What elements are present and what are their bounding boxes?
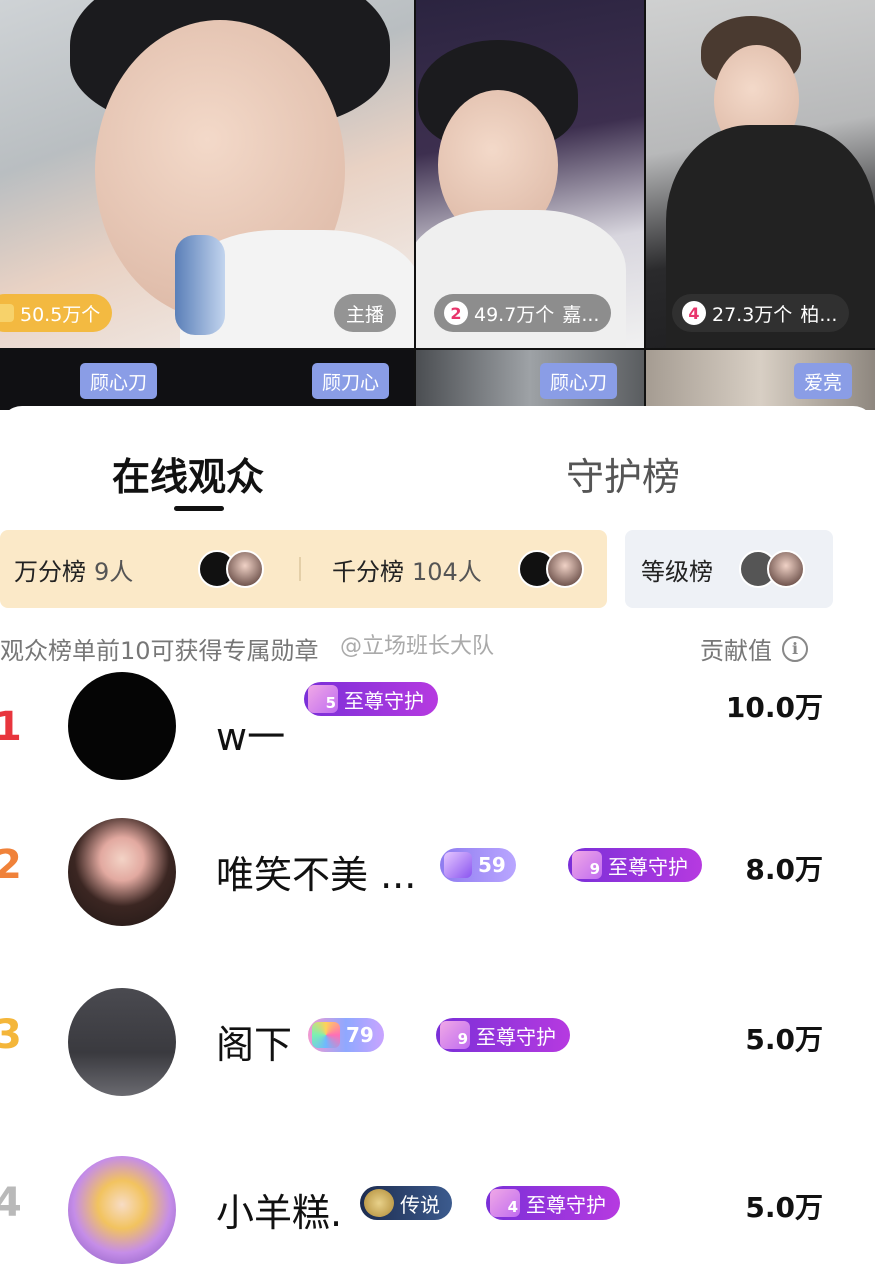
guard-label: 至尊守护: [526, 1192, 606, 1217]
streamer-name-tag: 顾心刀: [540, 363, 618, 399]
rank-badge: 4: [682, 301, 706, 325]
legend-label: 传说: [400, 1192, 440, 1217]
user-level: 79: [346, 1023, 374, 1047]
user-level-badge: 59: [440, 848, 516, 882]
guard-label: 至尊守护: [344, 688, 424, 713]
tab-guard-ranking[interactable]: 守护榜: [566, 446, 680, 501]
viewer-row[interactable]: 1 w一 5 至尊守护 10.0万: [0, 672, 875, 786]
guard-badge: 9 至尊守护: [436, 1018, 570, 1052]
streamer-name: 顾心刀: [550, 371, 608, 394]
guard-gem-icon: 4: [490, 1189, 520, 1217]
guard-gem-icon: 9: [572, 851, 602, 879]
avatar: [767, 550, 805, 588]
live-stream-grid: 50.5万个 主播 2 49.7万个 嘉... 4 27.3万个 柏... 顾心…: [0, 0, 875, 410]
tab-underline: [174, 506, 224, 511]
viewer-name[interactable]: 唯笑不美 ...: [216, 844, 416, 899]
contribution-header[interactable]: 贡献值 i: [700, 631, 808, 666]
stream-tile-3[interactable]: 4 27.3万个 柏...: [646, 0, 875, 348]
contribution-label: 贡献值: [700, 637, 772, 665]
viewer-row[interactable]: 2 唯笑不美 ... 59 9 至尊守护 8.0万: [0, 814, 875, 926]
host-label: 主播: [346, 303, 385, 326]
guard-label: 至尊守护: [608, 854, 688, 879]
gift-amount: 50.5万个: [20, 303, 101, 326]
qianfen-rank-entry[interactable]: 千分榜 104人: [332, 552, 482, 587]
viewer-row[interactable]: 4 小羊糕. 传说 4 至尊守护 5.0万: [0, 1152, 875, 1264]
gift-name: 柏...: [800, 303, 838, 326]
rank-badge: 2: [444, 301, 468, 325]
streamer-name-tag: 顾刀心: [312, 363, 390, 399]
level-gem-icon: [444, 852, 472, 878]
microphone-icon: [175, 235, 225, 335]
audience-panel: 在线观众 守护榜 万分榜 9人 千分榜 104人 等级榜 观众榜单前10可获得专…: [0, 406, 875, 1280]
stream-tile-2[interactable]: 2 49.7万个 嘉...: [416, 0, 644, 348]
streamer-name: 顾心刀: [90, 371, 148, 394]
streamer-name: 顾刀心: [322, 371, 380, 394]
gift-count-pill[interactable]: 4 27.3万个 柏...: [672, 294, 850, 332]
viewer-name[interactable]: 小羊糕.: [216, 1182, 342, 1237]
contribution-value: 5.0万: [745, 1023, 823, 1056]
guard-badge: 4 至尊守护: [486, 1186, 620, 1220]
avatar-stack: [518, 550, 584, 588]
contribution-value: 8.0万: [745, 853, 823, 886]
dragon-icon: [364, 1189, 394, 1217]
level-rank-label: 等级榜: [641, 557, 713, 586]
rank-number: 2: [0, 842, 22, 888]
level-rank-entry[interactable]: 等级榜: [625, 530, 833, 608]
gift-count-pill[interactable]: 50.5万个: [0, 294, 113, 332]
contribution-value: 10.0万: [725, 691, 823, 724]
avatar-stack: [198, 550, 264, 588]
gift-amount: 49.7万个: [474, 303, 555, 326]
host-tag: 主播: [334, 294, 397, 332]
level-gem-icon: [312, 1022, 340, 1048]
medal-hint: 观众榜单前10可获得专属勋章: [0, 637, 319, 665]
rank-summary-bar: 万分榜 9人 千分榜 104人: [0, 530, 607, 608]
contribution-value: 5.0万: [745, 1191, 823, 1224]
legend-badge: 传说: [360, 1186, 452, 1220]
rank-number: 1: [0, 704, 22, 750]
stream-tile-lower-3[interactable]: 爱亮: [646, 350, 875, 410]
viewer-name[interactable]: w一: [216, 706, 285, 761]
avatar[interactable]: [68, 988, 176, 1096]
qianfen-count: 104人: [412, 557, 482, 586]
viewer-name[interactable]: 阁下: [216, 1014, 292, 1069]
avatar: [546, 550, 584, 588]
avatar[interactable]: [68, 818, 176, 926]
rank-number: 3: [0, 1012, 22, 1058]
qianfen-label: 千分榜: [332, 557, 404, 586]
avatar[interactable]: [68, 672, 176, 780]
avatar: [226, 550, 264, 588]
tab-online-audience[interactable]: 在线观众: [112, 446, 264, 501]
avatar-stack: [739, 550, 805, 588]
viewer-row[interactable]: 3 阁下 79 9 至尊守护 5.0万: [0, 984, 875, 1096]
gift-name: 嘉...: [562, 303, 600, 326]
guard-gem-icon: 5: [308, 685, 338, 713]
wanfen-count: 9人: [94, 557, 134, 586]
streamer-name-tag: 顾心刀: [80, 363, 158, 399]
streamer-name: 爱亮: [804, 371, 843, 394]
guard-badge: 9 至尊守护: [568, 848, 702, 882]
divider: [299, 557, 301, 581]
gift-amount: 27.3万个: [712, 303, 793, 326]
watermark: @立场班长大队: [340, 634, 495, 659]
stream-tile-lower-1[interactable]: 顾心刀 顾刀心: [0, 350, 414, 410]
stream-tile-lower-2[interactable]: 顾心刀: [416, 350, 644, 410]
streamer-name-tag: 爱亮: [794, 363, 853, 399]
guard-label: 至尊守护: [476, 1024, 556, 1049]
info-icon[interactable]: i: [782, 635, 808, 662]
guard-gem-icon: 9: [440, 1021, 470, 1049]
guard-badge: 5 至尊守护: [304, 682, 438, 716]
rank-number: 4: [0, 1180, 22, 1226]
coin-icon: [0, 304, 14, 322]
stream-tile-host[interactable]: 50.5万个 主播: [0, 0, 414, 348]
wanfen-rank-entry[interactable]: 万分榜 9人: [14, 552, 133, 587]
avatar[interactable]: [68, 1156, 176, 1264]
gift-count-pill[interactable]: 2 49.7万个 嘉...: [434, 294, 612, 332]
wanfen-label: 万分榜: [14, 557, 86, 586]
user-level-badge: 79: [308, 1018, 384, 1052]
user-level: 59: [478, 853, 506, 877]
